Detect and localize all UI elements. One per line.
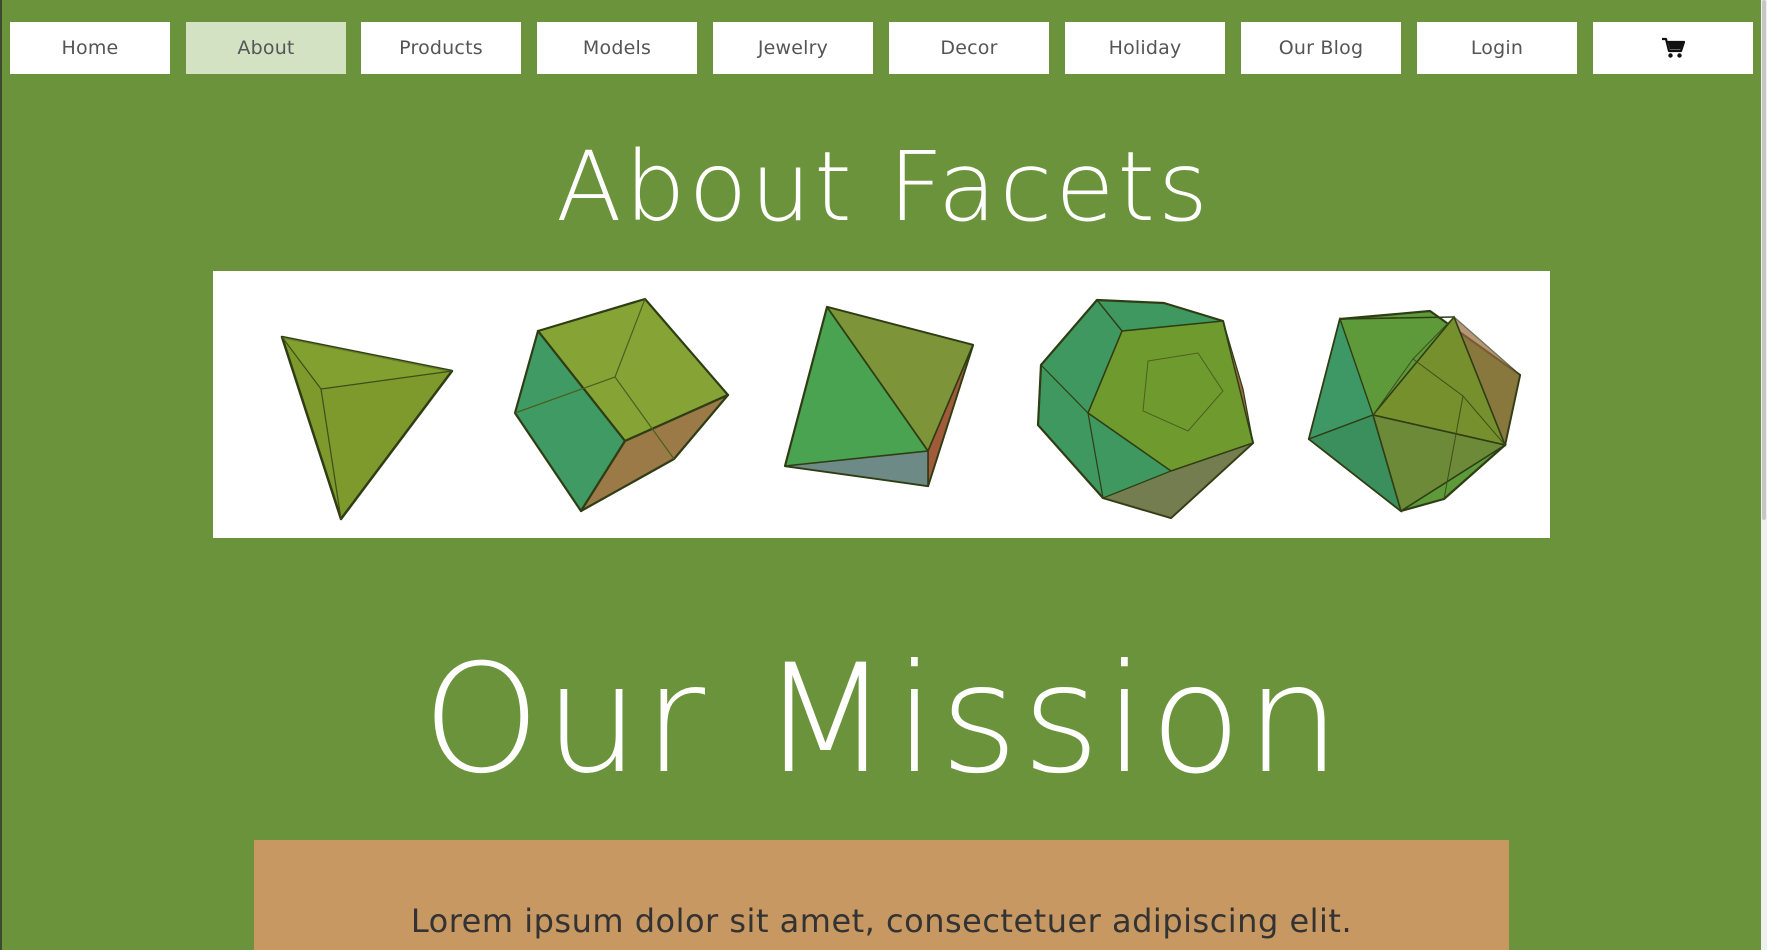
nav-products-button[interactable]: Products (361, 22, 521, 74)
cart-button[interactable] (1593, 22, 1753, 74)
mission-text: Lorem ipsum dolor sit amet, consectetuer… (410, 902, 1353, 940)
cube-shape (513, 297, 730, 513)
mission-panel: Lorem ipsum dolor sit amet, consectetuer… (254, 840, 1509, 950)
nav-holiday-button[interactable]: Holiday (1065, 22, 1225, 74)
main-nav: Home About Products Models Jewelry Decor… (10, 22, 1754, 74)
nav-decor-button[interactable]: Decor (889, 22, 1049, 74)
nav-about-button[interactable]: About (186, 22, 346, 74)
nav-login-button[interactable]: Login (1417, 22, 1577, 74)
nav-blog-button[interactable]: Our Blog (1241, 22, 1401, 74)
nav-models-button[interactable]: Models (537, 22, 697, 74)
scrollbar-thumb[interactable] (1762, 0, 1766, 520)
mission-heading: Our Mission (422, 633, 1345, 807)
page-title: About Facets (555, 131, 1212, 243)
octahedron-shape (783, 305, 975, 488)
tetrahedron-shape (280, 335, 454, 521)
platonic-solids-image (213, 271, 1550, 538)
nav-jewelry-button[interactable]: Jewelry (713, 22, 873, 74)
dodecahedron-shape (1036, 298, 1255, 520)
shopping-cart-icon (1662, 37, 1685, 58)
icosahedron-shape (1307, 309, 1522, 513)
nav-home-button[interactable]: Home (10, 22, 170, 74)
